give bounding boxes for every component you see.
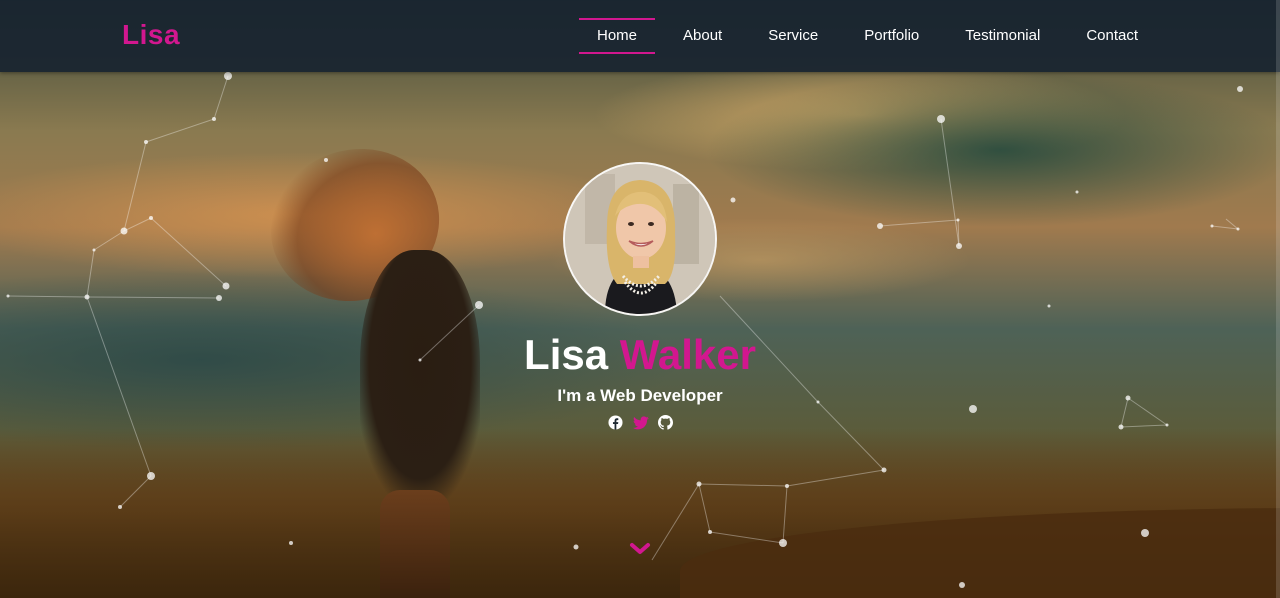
twitter-icon[interactable] (632, 414, 649, 431)
hero-tagline: I'm a Web Developer (0, 386, 1280, 406)
chevron-down-icon[interactable] (629, 541, 651, 557)
github-icon[interactable] (657, 414, 674, 431)
nav-link-about[interactable]: About (665, 18, 740, 54)
social-links (607, 414, 674, 432)
hero-first-name: Lisa (524, 331, 609, 378)
nav-menu: Home About Service Portfolio Testimonial… (579, 18, 1166, 54)
tagline-prefix: I'm a (557, 386, 596, 405)
profile-avatar (563, 162, 717, 316)
navbar: Lisa Home About Service Portfolio Testim… (0, 0, 1280, 72)
facebook-icon[interactable] (607, 414, 624, 431)
profile-photo (565, 164, 715, 314)
nav-link-home[interactable]: Home (579, 18, 656, 54)
page-scrollbar[interactable] (1276, 0, 1280, 598)
tagline-role: Web Developer (600, 386, 723, 405)
brand-logo[interactable]: Lisa (122, 19, 180, 51)
nav-link-service[interactable]: Service (750, 18, 836, 54)
nav-link-contact[interactable]: Contact (1068, 18, 1156, 54)
nav-link-testimonial[interactable]: Testimonial (947, 18, 1058, 54)
hero-last-name: Walker (619, 331, 756, 378)
hero-name: Lisa Walker (0, 330, 1280, 380)
nav-link-portfolio[interactable]: Portfolio (846, 18, 937, 54)
